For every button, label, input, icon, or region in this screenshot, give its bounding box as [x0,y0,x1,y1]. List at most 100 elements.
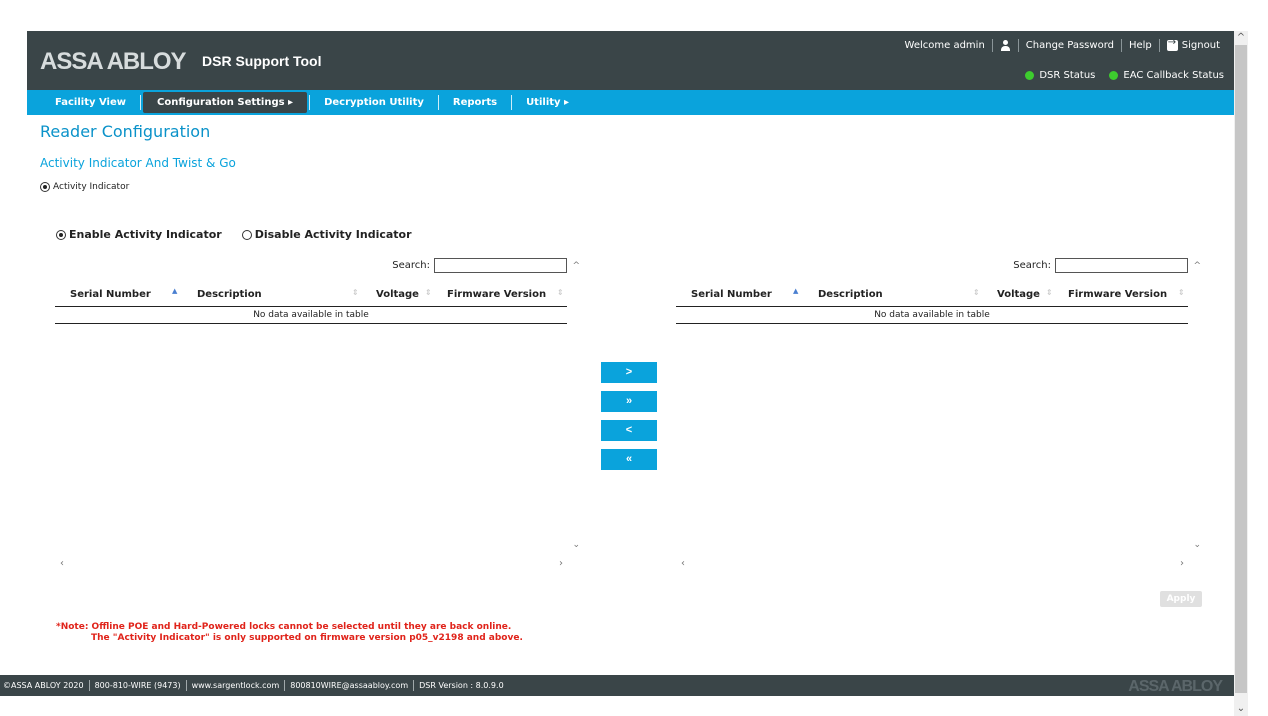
divider [991,39,993,52]
footer-email-link[interactable]: 800810WIRE@assaabloy.com [290,681,408,690]
divider [1158,39,1160,52]
move-selected-button[interactable]: > [601,362,657,383]
search-label: Search: [392,260,430,271]
nav-divider [140,95,141,110]
divider [88,680,90,691]
nav-utility[interactable]: Utility ▸ [512,90,583,115]
disable-option[interactable]: Disable Activity Indicator [241,228,412,241]
enable-label: Enable Activity Indicator [69,228,222,241]
sort-icon[interactable]: ⇕ [1178,288,1185,297]
disable-radio[interactable] [241,229,252,240]
sort-icon[interactable]: ⇕ [557,288,564,297]
scroll-thumb[interactable] [1235,45,1247,693]
status-dot-icon [1025,71,1035,80]
scroll-up-icon[interactable]: ^ [1193,261,1201,271]
main-nav: Facility View Configuration Settings ▸ D… [27,90,1234,115]
enable-option[interactable]: Enable Activity Indicator [56,228,222,241]
top-strip [0,0,1268,31]
nav-facility-view[interactable]: Facility View [41,90,140,115]
help-link[interactable]: Help [1129,40,1152,51]
sort-icon[interactable]: ⇕ [425,288,432,297]
status-dot-icon [1109,71,1119,80]
scroll-left-icon[interactable]: ‹ [60,558,64,569]
apply-button[interactable]: Apply [1160,591,1202,607]
activity-indicator-radio[interactable] [40,182,50,192]
scroll-down-icon[interactable]: ⌄ [1234,702,1248,716]
section-title: Activity Indicator And Twist & Go [40,156,236,170]
column-voltage[interactable]: Voltage [376,289,419,300]
sort-icon[interactable]: ⇕ [973,288,980,297]
divider [1120,39,1122,52]
page: ASSA ABLOY DSR Support Tool Welcome admi… [0,0,1268,716]
note-text: *Note: Offline POE and Hard-Powered lock… [56,622,523,644]
column-serial-number[interactable]: Serial Number [70,289,151,300]
sort-asc-icon[interactable]: ▲ [172,287,177,295]
user-links: Welcome admin Change Password Help Signo… [904,37,1220,52]
page-scrollbar[interactable]: ^ ⌄ [1234,31,1248,716]
user-icon[interactable] [1000,40,1011,51]
nav-configuration-settings[interactable]: Configuration Settings ▸ [143,92,308,113]
scroll-left-icon[interactable]: ‹ [681,558,685,569]
enable-disable-options: Enable Activity Indicator Disable Activi… [56,228,432,241]
scroll-down-icon[interactable]: ⌄ [572,540,580,550]
column-voltage[interactable]: Voltage [997,289,1040,300]
search-row: Search: [392,258,567,273]
bottom-strip [0,696,1234,716]
scroll-right-icon[interactable]: › [1180,558,1184,569]
scroll-up-icon[interactable]: ^ [572,261,580,271]
empty-row: No data available in table [55,308,567,324]
activity-indicator-option[interactable]: Activity Indicator [40,182,129,192]
column-firmware-version[interactable]: Firmware Version [1068,289,1167,300]
column-firmware-version[interactable]: Firmware Version [447,289,546,300]
column-description[interactable]: Description [197,289,262,300]
eac-status-label: EAC Callback Status [1123,70,1224,81]
note-line-1: *Note: Offline POE and Hard-Powered lock… [56,622,512,632]
sort-icon[interactable]: ⇕ [352,288,359,297]
search-input[interactable] [1055,258,1188,273]
eac-status[interactable]: EAC Callback Status [1109,70,1224,81]
sort-asc-icon[interactable]: ▲ [793,287,798,295]
selected-locks-table: Search: ^ Serial Number ▲ Description ⇕ … [676,258,1201,578]
page-title: Reader Configuration [40,122,211,141]
activity-indicator-label: Activity Indicator [53,182,130,192]
brand-logo: ASSA ABLOY [40,48,187,75]
scroll-right-icon[interactable]: › [559,558,563,569]
remove-selected-button[interactable]: < [601,420,657,441]
welcome-text: Welcome admin [904,40,985,51]
divider [284,680,286,691]
move-all-button[interactable]: » [601,391,657,412]
search-input[interactable] [434,258,567,273]
remove-all-button[interactable]: « [601,449,657,470]
search-row: Search: [1013,258,1188,273]
footer: ©ASSA ABLOY 2020 800-810-WIRE (9473) www… [0,675,1234,696]
scroll-down-icon[interactable]: ⌄ [1193,540,1201,550]
search-label: Search: [1013,260,1051,271]
table-header: Serial Number ▲ Description ⇕ Voltage ⇕ … [55,286,567,307]
column-serial-number[interactable]: Serial Number [691,289,772,300]
empty-row: No data available in table [676,308,1188,324]
scroll-up-icon[interactable]: ^ [1234,31,1248,45]
divider [1017,39,1019,52]
note-line-2: The "Activity Indicator" is only support… [91,633,523,643]
signout-icon[interactable] [1166,37,1178,51]
product-title: DSR Support Tool [202,53,322,69]
status-row: DSR Status EAC Callback Status [1011,70,1224,81]
footer-version: DSR Version : 8.0.9.0 [419,681,504,690]
divider [185,680,187,691]
nav-decryption-utility[interactable]: Decryption Utility [310,90,438,115]
dsr-status-label: DSR Status [1039,70,1096,81]
footer-website-link[interactable]: www.sargentlock.com [192,681,280,690]
change-password-link[interactable]: Change Password [1026,40,1114,51]
footer-copyright: ©ASSA ABLOY 2020 [3,681,84,690]
table-header: Serial Number ▲ Description ⇕ Voltage ⇕ … [676,286,1188,307]
dsr-status[interactable]: DSR Status [1025,70,1095,81]
sort-icon[interactable]: ⇕ [1046,288,1053,297]
nav-reports[interactable]: Reports [439,90,511,115]
available-locks-table: Search: ^ Serial Number ▲ Description ⇕ … [55,258,580,578]
signout-link[interactable]: Signout [1182,40,1220,51]
enable-radio[interactable] [56,229,66,240]
footer-phone: 800-810-WIRE (9473) [94,681,181,690]
disable-label: Disable Activity Indicator [254,228,412,241]
header: ASSA ABLOY DSR Support Tool Welcome admi… [27,31,1234,90]
column-description[interactable]: Description [818,289,883,300]
